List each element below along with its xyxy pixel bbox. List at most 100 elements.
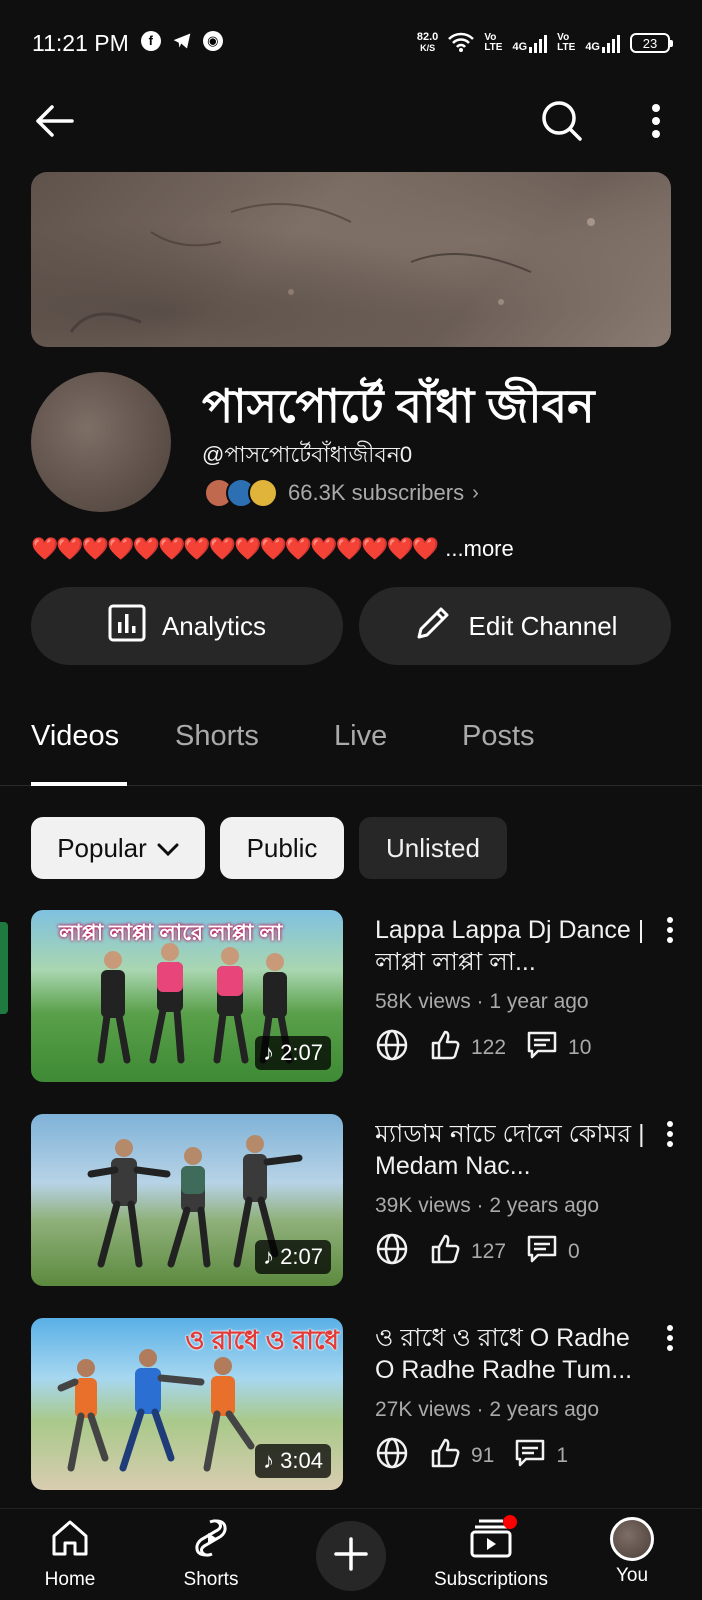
chip-label: Public [246,832,318,863]
video-duration: ♪ 3:04 [255,1444,331,1478]
video-item[interactable]: ও রাধে ও রাধে ♪ 3:04 ও রাধে ও রাধে O Rad… [0,1318,702,1490]
avatar [610,1517,654,1561]
nav-you[interactable]: You [572,1517,692,1587]
video-meta: 39K views · 2 years ago [375,1194,600,1217]
video-thumbnail[interactable]: ♪ 2:07 [31,1114,343,1286]
sim2-lte: LTE [557,42,576,53]
create-button[interactable] [316,1521,386,1591]
more-vert-icon [666,1120,674,1152]
globe-icon [375,1028,409,1068]
nav-you-label: You [615,1565,649,1586]
nav-shorts[interactable]: Shorts [151,1517,271,1591]
sim1-net: 4G [512,41,528,53]
description-text: ❤️❤️❤️❤️❤️❤️❤️❤️❤️❤️❤️❤️❤️❤️❤️❤️ [31,536,439,561]
active-tab-indicator [31,782,127,786]
duration-text: 3:04 [280,1448,323,1473]
music-note-icon: ♪ [263,1244,275,1269]
like-count: 122 [471,1036,507,1059]
music-note-icon: ♪ [263,1448,275,1473]
search-button[interactable] [534,95,590,151]
battery-level: 23 [642,35,658,51]
more-vert-icon [666,1324,674,1356]
channel-banner [31,172,671,347]
subscriber-avatars [204,478,278,508]
analytics-button[interactable]: Analytics [31,587,343,665]
thumbs-up-icon [429,1029,461,1067]
more-options-button[interactable] [628,95,684,151]
sim1-volte: Vo LTE [484,33,502,53]
telegram-icon [171,31,193,56]
notification-icons: f ◉ [140,30,223,56]
video-duration: ♪ 2:07 [255,1036,331,1070]
thumbs-up-icon [429,1437,461,1475]
comment-icon [526,1029,558,1067]
video-item[interactable]: ♪ 2:07 ম্যাডাম নাচে দোলে কোমর | Medam Na… [0,1114,702,1286]
video-stats: 122 10 [375,1028,591,1068]
video-more-button[interactable] [660,1118,680,1154]
nav-shorts-label: Shorts [183,1569,239,1590]
channel-description[interactable]: ❤️❤️❤️❤️❤️❤️❤️❤️❤️❤️❤️❤️❤️❤️❤️❤️ ...more [31,536,514,562]
video-title[interactable]: ও রাধে ও রাধে O Radhe O Radhe Radhe Tum.… [375,1322,645,1386]
edit-channel-button[interactable]: Edit Channel [359,587,671,665]
facebook-icon: f [140,30,161,51]
subscriber-count: 66.3K subscribers [288,480,465,505]
filter-unlisted-chip[interactable]: Unlisted [359,817,507,879]
video-thumbnail[interactable]: ও রাধে ও রাধে ♪ 3:04 [31,1318,343,1490]
signal-icon [602,33,620,53]
subscriptions-icon [469,1515,517,1565]
channel-handle: @পাসপোর্টেবাঁধাজীবন0 [202,442,413,467]
video-meta: 58K views · 1 year ago [375,990,589,1013]
home-icon [49,1517,91,1565]
video-more-button[interactable] [660,914,680,950]
video-item[interactable]: লাপ্পা লাপ্পা লারে লাপ্পা লা ♪ 2:07 Lapp… [0,910,702,1082]
like-count: 91 [471,1444,495,1467]
nav-subscriptions-label: Subscriptions [433,1569,549,1590]
edit-channel-label: Edit Channel [468,610,618,641]
more-vert-icon [651,103,661,143]
tab-videos[interactable]: Videos [31,720,119,753]
net-speed: 82.0 K/S [417,32,438,54]
wifi-icon [448,32,475,55]
video-stats: 127 0 [375,1232,580,1272]
tab-live[interactable]: Live [334,720,387,753]
channel-name: পাসপোর্টে বাঁধা জীবন [202,380,595,432]
sim2-volte: Vo LTE [557,33,575,53]
sim2-net: 4G [585,41,600,53]
sort-popular-chip[interactable]: Popular [31,817,205,879]
thumbs-up-icon [429,1233,461,1271]
more-link[interactable]: ...more [445,536,513,562]
tab-posts[interactable]: Posts [462,720,535,753]
nav-subscriptions[interactable]: Subscriptions [431,1515,551,1591]
video-title[interactable]: ম্যাডাম নাচে দোলে কোমর | Medam Nac... [375,1118,645,1182]
pencil-icon [413,603,453,650]
arrow-left-icon [34,104,74,143]
analytics-icon [108,604,146,649]
channel-avatar[interactable] [31,372,171,512]
video-more-button[interactable] [660,1322,680,1358]
net-speed-unit: K/S [420,43,436,53]
filter-public-chip[interactable]: Public [220,817,344,879]
video-meta: 27K views · 2 years ago [375,1398,600,1421]
channel-tabs: Videos Shorts Live Posts [0,700,702,786]
video-stats: 91 1 [375,1436,568,1476]
duration-text: 2:07 [280,1244,323,1269]
video-title[interactable]: Lappa Lappa Dj Dance | লাপ্পা লাপ্পা লা.… [375,914,645,978]
nav-home[interactable]: Home [10,1517,130,1591]
comment-icon [526,1233,558,1271]
chip-label: Unlisted [386,832,480,863]
video-thumbnail[interactable]: লাপ্পা লাপ্পা লারে লাপ্পা লা ♪ 2:07 [31,910,343,1082]
net-speed-value: 82.0 [416,31,439,43]
duration-text: 2:07 [280,1040,323,1065]
globe-icon [375,1232,409,1272]
comment-count: 0 [568,1240,580,1263]
video-duration: ♪ 2:07 [255,1240,331,1274]
analytics-label: Analytics [161,610,267,641]
like-count: 127 [471,1240,507,1263]
subscribers-row[interactable]: 66.3K subscribers › [204,478,479,508]
tab-shorts[interactable]: Shorts [175,720,259,753]
chevron-down-icon [157,833,179,864]
top-app-bar [0,95,702,155]
shorts-icon [190,1517,232,1565]
more-vert-icon [666,916,674,948]
back-button[interactable] [26,95,82,151]
